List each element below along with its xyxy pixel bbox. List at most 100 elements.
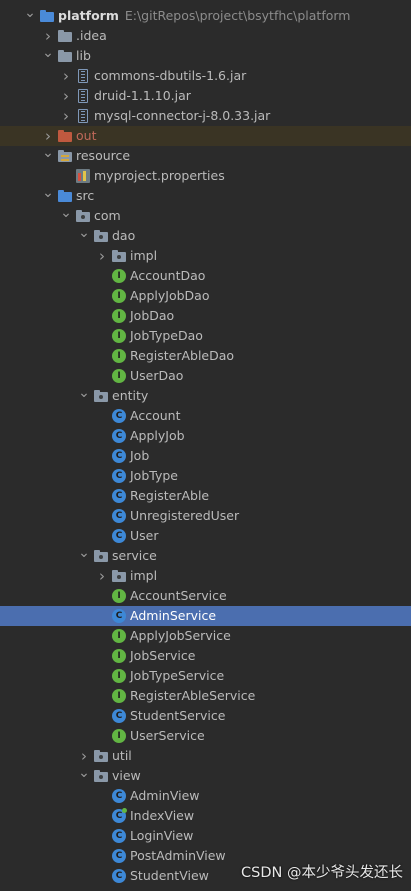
tree-item-impl[interactable]: › impl: [0, 566, 411, 586]
tree-item-registerable[interactable]: C RegisterAble: [0, 486, 411, 506]
folder-icon: [58, 49, 72, 63]
tree-item-com[interactable]: ⌄ com: [0, 206, 411, 226]
tree-item-myproject-properties[interactable]: myproject.properties: [0, 166, 411, 186]
tree-item-service[interactable]: ⌄ service: [0, 546, 411, 566]
tree-item-label: resource: [76, 148, 131, 163]
tree-item-impl[interactable]: › impl: [0, 246, 411, 266]
tree-item-label: ApplyJob: [130, 428, 185, 443]
tree-item-registerabledao[interactable]: I RegisterAbleDao: [0, 346, 411, 366]
tree-item-label: druid-1.1.10.jar: [94, 88, 191, 103]
tree-item-jobtypeservice[interactable]: I JobTypeService: [0, 666, 411, 686]
tree-item-label: AccountService: [130, 588, 227, 603]
tree-item-label: PostAdminView: [130, 848, 226, 863]
interface-icon: I: [112, 309, 126, 323]
properties-file-icon: [76, 169, 90, 183]
chevron-right-icon[interactable]: ›: [96, 566, 108, 586]
tree-item-loginview[interactable]: C LoginView: [0, 826, 411, 846]
tree-item-jobtype[interactable]: C JobType: [0, 466, 411, 486]
tree-item-label: LoginView: [130, 828, 194, 843]
main-class-icon: C: [112, 808, 127, 823]
tree-item-resource[interactable]: ⌄ resource: [0, 146, 411, 166]
tree-item-studentservice[interactable]: C StudentService: [0, 706, 411, 726]
tree-item-unregistereduser[interactable]: C UnregisteredUser: [0, 506, 411, 526]
chevron-down-icon[interactable]: ⌄: [78, 546, 90, 566]
tree-item-idea[interactable]: › .idea: [0, 26, 411, 46]
tree-item-label: JobTypeService: [130, 668, 225, 683]
tree-item-view[interactable]: ⌄ view: [0, 766, 411, 786]
tree-item-lib[interactable]: ⌄ lib: [0, 46, 411, 66]
tree-item-job[interactable]: C Job: [0, 446, 411, 466]
tree-item-accountservice[interactable]: I AccountService: [0, 586, 411, 606]
tree-item-adminservice[interactable]: C AdminService: [0, 606, 411, 626]
chevron-right-icon[interactable]: ›: [42, 26, 54, 46]
class-icon: C: [112, 609, 126, 623]
tree-item-registerableservice[interactable]: I RegisterAbleService: [0, 686, 411, 706]
tree-item-mysql-connector-j-8-0-33-jar[interactable]: › mysql-connector-j-8.0.33.jar: [0, 106, 411, 126]
tree-item-adminview[interactable]: C AdminView: [0, 786, 411, 806]
chevron-right-icon[interactable]: ›: [78, 746, 90, 766]
resource-folder-icon: [58, 149, 72, 163]
chevron-down-icon[interactable]: ⌄: [42, 46, 54, 66]
tree-item-entity[interactable]: ⌄ entity: [0, 386, 411, 406]
chevron-right-icon[interactable]: ›: [60, 106, 72, 126]
tree-item-label: RegisterAble: [130, 488, 210, 503]
chevron-down-icon[interactable]: ⌄: [78, 766, 90, 786]
tree-item-util[interactable]: › util: [0, 746, 411, 766]
chevron-right-icon[interactable]: ›: [42, 126, 54, 146]
class-icon: C: [112, 469, 126, 483]
class-icon: C: [112, 489, 126, 503]
tree-item-label: service: [112, 548, 157, 563]
tree-item-jobdao[interactable]: I JobDao: [0, 306, 411, 326]
tree-item-jobservice[interactable]: I JobService: [0, 646, 411, 666]
tree-item-platform[interactable]: ⌄ platform E:\gitRepos\project\bsytfhc\pla…: [0, 6, 411, 26]
chevron-down-icon[interactable]: ⌄: [60, 206, 72, 226]
source-folder-icon: [58, 189, 72, 203]
excluded-folder-icon: [58, 129, 72, 143]
tree-item-label: JobService: [130, 648, 196, 663]
tree-item-applyjob[interactable]: C ApplyJob: [0, 426, 411, 446]
source-folder-icon: [40, 9, 54, 23]
chevron-right-icon[interactable]: ›: [96, 246, 108, 266]
chevron-right-icon[interactable]: ›: [60, 66, 72, 86]
tree-item-jobtypedao[interactable]: I JobTypeDao: [0, 326, 411, 346]
tree-item-userservice[interactable]: I UserService: [0, 726, 411, 746]
tree-item-label: out: [76, 128, 97, 143]
tree-item-src[interactable]: ⌄ src: [0, 186, 411, 206]
chevron-right-icon[interactable]: ›: [60, 86, 72, 106]
tree-item-label: JobTypeDao: [130, 328, 203, 343]
chevron-down-icon[interactable]: ⌄: [78, 386, 90, 406]
tree-item-applyjobdao[interactable]: I ApplyJobDao: [0, 286, 411, 306]
tree-item-label: .idea: [76, 28, 107, 43]
tree-item-out[interactable]: › out: [0, 126, 411, 146]
tree-item-applyjobservice[interactable]: I ApplyJobService: [0, 626, 411, 646]
package-icon: [94, 769, 108, 783]
tree-item-accountdao[interactable]: I AccountDao: [0, 266, 411, 286]
chevron-down-icon[interactable]: ⌄: [24, 6, 36, 26]
tree-item-indexview[interactable]: C IndexView: [0, 806, 411, 826]
tree-item-label: myproject.properties: [94, 168, 225, 183]
class-icon: C: [112, 409, 126, 423]
chevron-down-icon[interactable]: ⌄: [42, 146, 54, 166]
chevron-down-icon[interactable]: ⌄: [78, 226, 90, 246]
class-icon: C: [112, 529, 126, 543]
project-path: E:\gitRepos\project\bsytfhc\platform: [124, 8, 351, 23]
tree-item-druid-1-1-10-jar[interactable]: › druid-1.1.10.jar: [0, 86, 411, 106]
tree-item-commons-dbutils-1-6-jar[interactable]: › commons-dbutils-1.6.jar: [0, 66, 411, 86]
tree-item-user[interactable]: C User: [0, 526, 411, 546]
tree-item-account[interactable]: C Account: [0, 406, 411, 426]
tree-item-userdao[interactable]: I UserDao: [0, 366, 411, 386]
class-icon: C: [112, 449, 126, 463]
interface-icon: I: [112, 649, 126, 663]
tree-item-label: AccountDao: [130, 268, 206, 283]
interface-icon: I: [112, 329, 126, 343]
class-icon: C: [112, 709, 126, 723]
tree-item-label: StudentView: [130, 868, 209, 883]
tree-item-dao[interactable]: ⌄ dao: [0, 226, 411, 246]
interface-icon: I: [112, 289, 126, 303]
tree-item-label: JobDao: [130, 308, 175, 323]
tree-item-label: IndexView: [130, 808, 195, 823]
package-icon: [112, 569, 126, 583]
tree-item-label: util: [112, 748, 132, 763]
chevron-down-icon[interactable]: ⌄: [42, 186, 54, 206]
interface-icon: I: [112, 349, 126, 363]
